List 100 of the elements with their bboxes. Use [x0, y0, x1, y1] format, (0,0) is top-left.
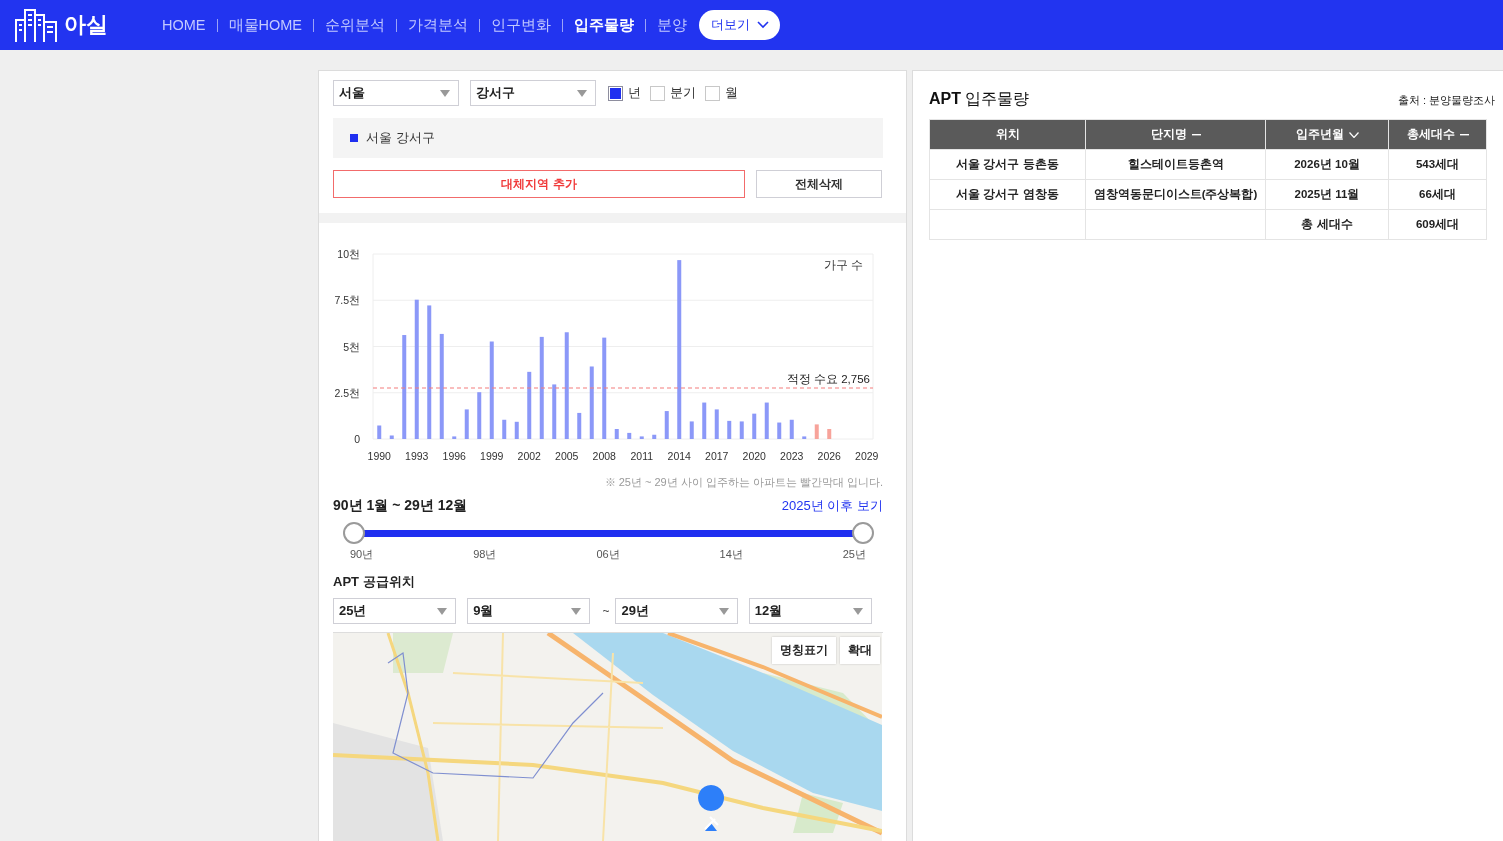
source-text: 출처 : 분양물량조사 [1397, 93, 1495, 108]
slider-thumb[interactable] [343, 522, 365, 544]
slider-tick-label: 25년 [842, 547, 866, 561]
end-month-select[interactable]: 12월 [748, 598, 872, 624]
chevron-down-icon [757, 21, 769, 29]
checkbox-label[interactable]: 년 [628, 84, 641, 102]
checkbox-label[interactable]: 분기 [670, 84, 696, 102]
axis-label: 7.5천 [334, 294, 360, 307]
slider-tick-label: 98년 [473, 547, 497, 561]
axis-label: 10천 [337, 248, 360, 260]
chart-bar [502, 419, 507, 439]
district-select[interactable]: 강서구 [470, 80, 596, 106]
chart-bar [752, 413, 757, 439]
slider-thumb[interactable] [852, 522, 874, 544]
table-cell: 2025년 11월 [1265, 179, 1389, 210]
table-cell: 543세대 [1388, 149, 1487, 180]
checkbox[interactable] [650, 85, 665, 101]
nav-link[interactable]: 순위분석 [325, 15, 385, 35]
panel-title: APT 입주물량 [929, 89, 1030, 109]
chart-bar [739, 421, 744, 439]
chart-bar [764, 402, 769, 439]
add-region-button[interactable]: 대체지역 추가 [333, 170, 745, 198]
chart-bar [527, 371, 532, 439]
chart-bar [552, 384, 557, 439]
axis-label: 2008 [592, 450, 616, 462]
chart-bar [477, 392, 482, 439]
table-cell: 서울 강서구 염창동 [929, 179, 1086, 210]
clear-all-button[interactable]: 전체삭제 [756, 170, 882, 198]
buildings-icon[interactable] [14, 7, 58, 43]
chart-bar [802, 436, 807, 439]
column-header[interactable]: 입주년월 [1265, 119, 1389, 150]
logo-text[interactable]: 아실 [64, 10, 108, 40]
column-header: 위치 [929, 119, 1086, 150]
axis-label: 2014 [667, 450, 691, 462]
slider-tick-label: 14년 [719, 547, 743, 561]
region-label: 서울 강서구 [366, 129, 435, 147]
chart-bar [789, 419, 794, 439]
axis-label: 1999 [480, 450, 504, 462]
total-value: 609세대 [1388, 209, 1487, 240]
table-cell: 염창역동문디이스트(주상복합) [1085, 179, 1266, 210]
nav-link[interactable]: HOME [162, 17, 206, 33]
chart-bar [514, 421, 519, 439]
axis-label: 2026 [817, 450, 841, 462]
section-title: APT 공급위치 [333, 574, 416, 590]
range-separator: ~ [602, 604, 610, 618]
chart-bar [714, 409, 719, 439]
axis-label: 2023 [780, 450, 804, 462]
column-header[interactable]: 총세대수 [1388, 119, 1487, 150]
axis-label: 2020 [742, 450, 766, 462]
chart-bar [639, 436, 644, 439]
region-select[interactable]: 서울 [333, 80, 459, 106]
nav-link[interactable]: 가격분석 [408, 15, 468, 35]
chart-bar [577, 412, 582, 439]
axis-label: 5천 [343, 340, 360, 353]
end-year-select[interactable]: 29년 [615, 598, 738, 624]
nav-link[interactable]: 분양 [657, 15, 687, 35]
after-2025-link[interactable]: 2025년 이후 보기 [781, 497, 883, 515]
axis-label: 1996 [442, 450, 466, 462]
chart-bar [777, 422, 782, 439]
nav-link[interactable]: 입주물량 [574, 15, 634, 35]
axis-label: 2011 [630, 450, 654, 462]
start-month-select[interactable]: 9월 [467, 598, 591, 624]
table-cell: 2026년 10월 [1265, 149, 1389, 180]
axis-label: 1990 [367, 450, 391, 462]
slider-tick-label: 06년 [596, 547, 620, 561]
map-option-button[interactable]: 명칭표기 [772, 637, 836, 664]
caret-icon [577, 89, 587, 97]
period-label: 90년 1월 ~ 29년 12월 [333, 497, 468, 515]
start-year-select[interactable]: 25년 [333, 598, 457, 624]
nav-link[interactable]: 매물HOME [228, 15, 302, 35]
checkbox-label[interactable]: 월 [725, 84, 738, 102]
axis-label: 2017 [705, 450, 729, 462]
chart-bar [452, 436, 457, 439]
nav-link[interactable]: 인구변화 [491, 15, 551, 35]
chart-bar [727, 420, 732, 439]
caret-icon [437, 607, 448, 615]
table-cell: 힐스테이트등촌역 [1085, 149, 1266, 180]
series-label: 가구 수 [823, 259, 863, 271]
chart-bar [827, 429, 832, 439]
chart-bar [689, 421, 694, 439]
target-label: 적정 수요 2,756 [786, 373, 870, 385]
chart-bar [814, 424, 819, 439]
slider-tick-label: 90년 [350, 547, 374, 561]
chart-bar [627, 432, 632, 439]
chart-bar [702, 402, 707, 439]
chart-bar [652, 434, 657, 439]
caret-icon [718, 607, 729, 615]
more-button[interactable]: 더보기 [699, 10, 780, 40]
checkbox[interactable] [608, 85, 623, 101]
axis-label: 2.5천 [334, 386, 360, 399]
caret-icon [440, 89, 450, 97]
map-drawing[interactable] [333, 633, 882, 841]
column-header[interactable]: 단지명 [1085, 119, 1266, 150]
chart-bar [664, 411, 669, 439]
axis-label: 1993 [405, 450, 429, 462]
axis-label: 2029 [855, 450, 879, 462]
map-option-button[interactable]: 확대 [840, 637, 880, 664]
axis-label: 0 [354, 433, 360, 445]
checkbox[interactable] [705, 85, 720, 101]
axis-label: 2005 [555, 450, 579, 462]
